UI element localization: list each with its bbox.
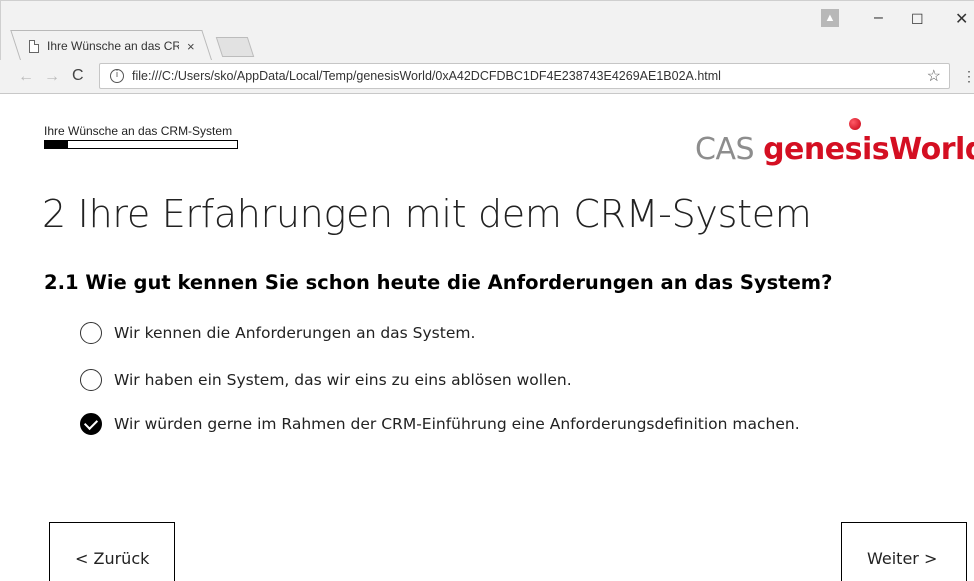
- browser-titlebar: Ihre Wünsche an das CRM-System × ▲ – ☐ ✕: [0, 0, 974, 60]
- option-3[interactable]: Wir würden gerne im Rahmen der CRM-Einfü…: [80, 413, 800, 435]
- globe-icon: [849, 118, 861, 130]
- radio-button[interactable]: [80, 369, 102, 391]
- section-title: 2 Ihre Erfahrungen mit dem CRM-System: [42, 192, 812, 236]
- back-arrow-icon[interactable]: ←: [18, 68, 34, 86]
- maximize-button[interactable]: ☐: [911, 11, 924, 28]
- browser-menu-icon[interactable]: ⋮: [962, 68, 974, 85]
- option-2[interactable]: Wir haben ein System, das wir eins zu ei…: [80, 369, 572, 391]
- radio-button-checked[interactable]: [80, 413, 102, 435]
- back-button-label: < Zurück: [75, 549, 150, 568]
- radio-button[interactable]: [80, 322, 102, 344]
- reload-icon[interactable]: C: [72, 67, 84, 85]
- option-label[interactable]: Wir kennen die Anforderungen an das Syst…: [114, 324, 475, 342]
- option-label[interactable]: Wir haben ein System, das wir eins zu ei…: [114, 371, 572, 389]
- person-icon[interactable]: ▲: [821, 9, 839, 27]
- browser-tab-content[interactable]: Ihre Wünsche an das CRM-System ×: [29, 35, 195, 57]
- progress-label: Ihre Wünsche an das CRM-System: [44, 124, 233, 138]
- progress-bar: [44, 140, 238, 149]
- browser-toolbar: ← → C i file:///C:/Users/sko/AppData/Loc…: [0, 60, 974, 94]
- progress-fill: [45, 141, 69, 148]
- bookmark-star-icon[interactable]: ☆: [927, 66, 941, 86]
- page-icon: [29, 39, 39, 53]
- question-heading: 2.1 Wie gut kennen Sie schon heute die A…: [44, 271, 833, 294]
- next-button-label: Weiter >: [867, 549, 938, 568]
- close-window-button[interactable]: ✕: [955, 9, 968, 29]
- next-button[interactable]: Weiter >: [841, 522, 967, 581]
- tab-close-icon[interactable]: ×: [187, 39, 195, 54]
- back-button[interactable]: < Zurück: [49, 522, 175, 581]
- logo-cas-text: CAS: [695, 132, 764, 167]
- logo-genesis-text: genesisWorld: [763, 132, 974, 167]
- tab-title[interactable]: Ihre Wünsche an das CRM-System: [47, 39, 179, 53]
- option-1[interactable]: Wir kennen die Anforderungen an das Syst…: [80, 322, 475, 344]
- minimize-button[interactable]: –: [874, 9, 883, 27]
- address-bar[interactable]: i file:///C:/Users/sko/AppData/Local/Tem…: [99, 63, 950, 89]
- url-text[interactable]: file:///C:/Users/sko/AppData/Local/Temp/…: [132, 69, 721, 83]
- new-tab-button[interactable]: [215, 37, 255, 57]
- option-label[interactable]: Wir würden gerne im Rahmen der CRM-Einfü…: [114, 415, 800, 433]
- cas-genesisworld-logo: CAS genesisWorld: [695, 118, 974, 167]
- forward-arrow-icon[interactable]: →: [44, 68, 60, 86]
- info-icon[interactable]: i: [110, 69, 124, 83]
